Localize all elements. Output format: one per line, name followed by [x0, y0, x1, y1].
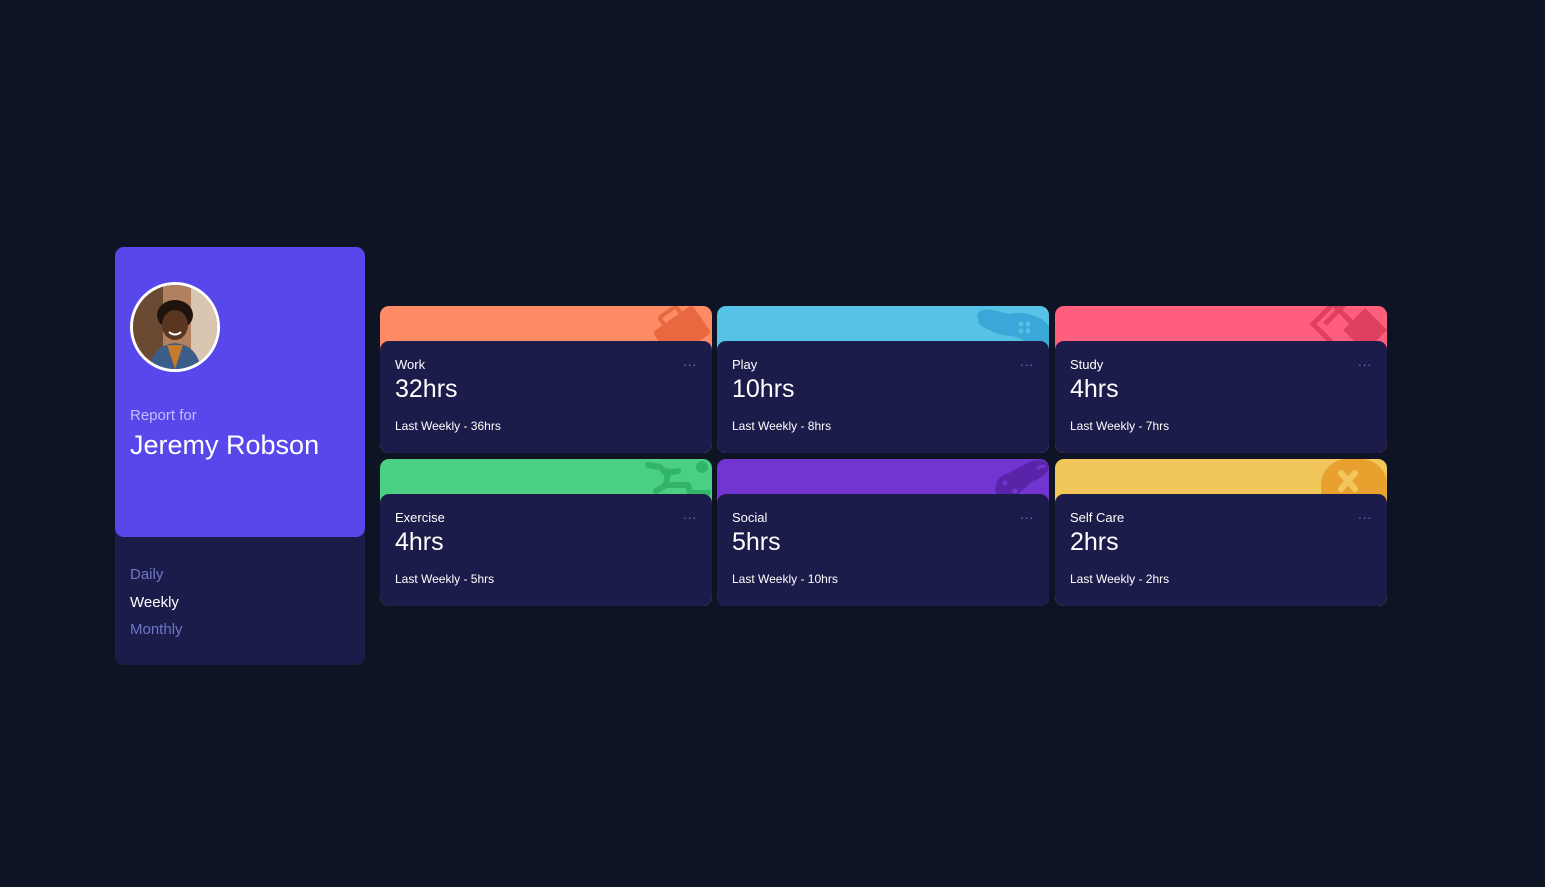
card-play[interactable]: Play ... 10hrs Last Weekly - 8hrs [717, 306, 1049, 453]
card-study[interactable]: Study ... 4hrs Last Weekly - 7hrs [1055, 306, 1387, 453]
briefcase-icon [654, 306, 710, 346]
current-hours: 4hrs [1070, 375, 1119, 403]
previous-hours: Last Weekly - 10hrs [732, 572, 838, 586]
previous-hours: Last Weekly - 5hrs [395, 572, 495, 586]
card-body: Study ... 4hrs Last Weekly - 7hrs [1055, 341, 1387, 453]
chat-icon [995, 460, 1049, 499]
card-social[interactable]: Social ... 5hrs Last Weekly - 10hrs [717, 459, 1049, 606]
current-hours: 10hrs [732, 375, 795, 403]
card-title: Work [395, 357, 426, 372]
previous-hours: Last Weekly - 8hrs [732, 419, 832, 433]
ellipsis-icon[interactable]: ... [1358, 507, 1372, 522]
card-body: Play ... 10hrs Last Weekly - 8hrs [717, 341, 1049, 453]
profile-panel: Report for Jeremy Robson Daily Weekly Mo… [115, 247, 365, 665]
avatar [130, 282, 220, 372]
card-body: Social ... 5hrs Last Weekly - 10hrs [717, 494, 1049, 606]
previous-hours: Last Weekly - 7hrs [1070, 419, 1170, 433]
card-title: Social [732, 510, 768, 525]
card-body: Work ... 32hrs Last Weekly - 36hrs [380, 341, 712, 453]
current-hours: 5hrs [732, 528, 781, 556]
current-hours: 32hrs [395, 375, 458, 403]
card-exercise[interactable]: Exercise ... 4hrs Last Weekly - 5hrs [380, 459, 712, 606]
card-body: Self Care ... 2hrs Last Weekly - 2hrs [1055, 494, 1387, 606]
card-title: Exercise [395, 510, 445, 525]
card-self-care[interactable]: Self Care ... 2hrs Last Weekly - 2hrs [1055, 459, 1387, 606]
previous-hours: Last Weekly - 2hrs [1070, 572, 1170, 586]
card-title: Self Care [1070, 510, 1125, 525]
running-icon [645, 461, 711, 496]
ellipsis-icon[interactable]: ... [683, 507, 697, 522]
avatar-photo-icon [133, 285, 217, 369]
card-title: Play [732, 357, 758, 372]
book-icon [1309, 306, 1387, 346]
ellipsis-icon[interactable]: ... [1020, 354, 1034, 369]
profile-header: Report for Jeremy Robson [115, 247, 365, 537]
previous-hours: Last Weekly - 36hrs [395, 419, 501, 433]
period-monthly[interactable]: Monthly [130, 616, 183, 644]
card-title: Study [1070, 357, 1104, 372]
user-name: Jeremy Robson [130, 430, 320, 460]
heart-icon [1321, 459, 1387, 499]
period-weekly[interactable]: Weekly [130, 589, 183, 617]
period-daily[interactable]: Daily [130, 561, 183, 589]
report-for-label: Report for [130, 407, 197, 424]
ellipsis-icon[interactable]: ... [683, 354, 697, 369]
period-selector: Daily Weekly Monthly [130, 561, 183, 644]
card-work[interactable]: Work ... 32hrs Last Weekly - 36hrs [380, 306, 712, 453]
ellipsis-icon[interactable]: ... [1358, 354, 1372, 369]
current-hours: 4hrs [395, 528, 444, 556]
card-body: Exercise ... 4hrs Last Weekly - 5hrs [380, 494, 712, 606]
ellipsis-icon[interactable]: ... [1020, 507, 1034, 522]
gamepad-icon [977, 309, 1049, 346]
current-hours: 2hrs [1070, 528, 1119, 556]
